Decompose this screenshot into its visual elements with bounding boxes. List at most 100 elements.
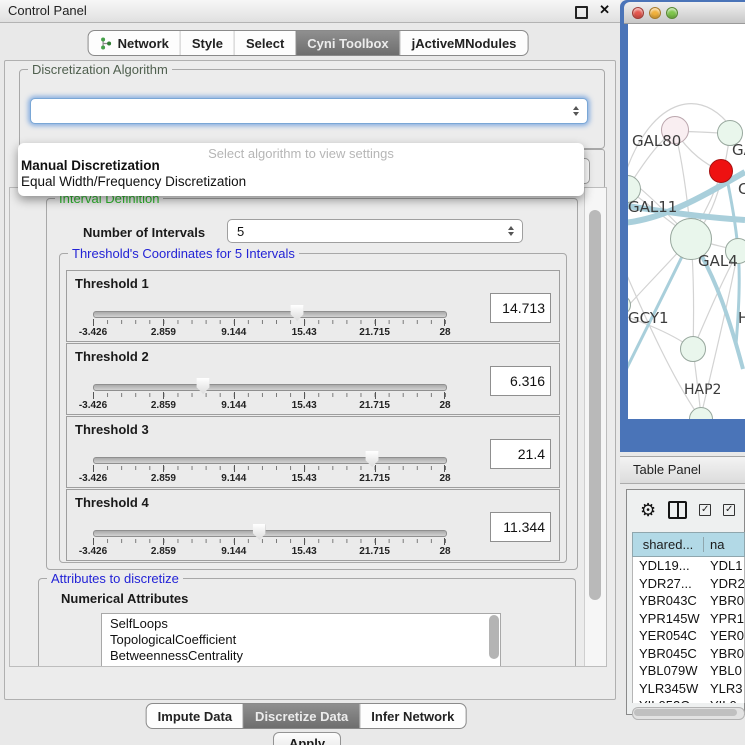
axis-tick-label: -3.426 [79,546,107,557]
group-title: Attributes to discretize [47,571,183,586]
number-of-intervals-value: 5 [237,224,244,239]
table-cell: YDL1 [703,558,744,573]
vertical-scrollbar-track[interactable] [584,188,606,666]
top-tab-bar: Network Style [88,30,529,56]
table-cell: YIL052C [633,698,703,703]
traffic-light-button[interactable] [632,7,644,19]
threshold-value-field[interactable]: 11.344 [490,512,551,542]
node-label: GAL80 [632,132,681,150]
slider-axis-labels: -3.4262.8599.14415.4321.71528 [93,473,445,485]
tab[interactable]: Select [234,31,295,55]
attribute-list-item[interactable]: SelfLoops [110,616,500,632]
checkbox-icon[interactable]: ✓ [699,504,711,516]
bottom-tab-bar: Impute Data Discretize Data Infer Networ… [146,703,467,729]
table-toolbar: ⚙ ✓ ✓ [627,490,744,530]
table-cell: YBR0 [703,646,744,661]
algorithm-combobox[interactable] [30,98,588,124]
control-panel-title: Control Panel [8,3,87,18]
number-of-intervals-label: Number of Intervals [83,225,205,240]
network-icon [100,37,113,50]
horizontal-scrollbar-thumb[interactable] [634,709,737,716]
checkbox-icon[interactable]: ✓ [723,504,735,516]
table-cell: YBL0 [703,663,744,678]
threshold-slider[interactable] [93,384,447,391]
tab[interactable]: Discretize Data [243,704,359,728]
network-node[interactable] [709,159,733,183]
table-cell: YLR3 [703,681,744,696]
network-node[interactable] [680,336,706,362]
table-row[interactable]: YDL19... YDL1 [633,557,744,575]
table-row[interactable]: YBL079W YBL0 [633,662,744,680]
threshold-slider[interactable] [93,530,447,537]
threshold-slider[interactable] [93,457,447,464]
attributes-list: SelfLoopsTopologicalCoefficientBetweenne… [101,613,501,667]
axis-tick-label: 28 [439,473,450,484]
tab-label: Discretize Data [255,709,348,724]
table-cell: YBR0 [703,593,744,608]
table-row[interactable]: YDR27... YDR2 [633,575,744,593]
node-label: GAL11 [628,198,677,216]
table-row[interactable]: YPR145W YPR1 [633,610,744,628]
number-of-intervals-combobox[interactable]: 5 [227,219,523,243]
attribute-list-item[interactable]: TopologicalCoefficient [110,632,500,648]
split-view-icon[interactable] [668,501,687,519]
node-label: GCY1 [628,309,669,327]
table-cell: YPR145W [633,611,703,626]
tab[interactable]: jActiveMNodules [400,31,528,55]
column-header[interactable]: shared... [633,537,704,552]
axis-tick-label: -3.426 [79,400,107,411]
threshold-value-field[interactable]: 6.316 [490,366,551,396]
horizontal-scrollbar-track[interactable] [632,707,745,720]
network-canvas[interactable]: GAL80GACGAL11GAL4GCY1HHAP2 [628,24,745,419]
table-row[interactable]: YER054C YER0 [633,627,744,645]
axis-tick-label: 15.43 [292,327,317,338]
tab-label: Impute Data [158,709,232,724]
spinner-arrows-icon [508,220,514,242]
table-panel: ⚙ ✓ ✓ shared... na YDL19... YDL1 YDR27..… [626,489,745,715]
threshold-panel: Threshold 3 -3.4262.859 [66,416,560,488]
dropdown-option[interactable]: Manual Discretization [21,158,160,173]
settings-scroll-viewport: Interval Definition Number of Intervals … [9,187,607,667]
axis-tick-label: 15.43 [292,400,317,411]
tab[interactable]: Network [89,31,180,55]
column-header[interactable]: na [704,537,744,552]
axis-tick-label: -3.426 [79,473,107,484]
table-cell: YBR043C [633,593,703,608]
node-label: C [738,180,745,198]
list-scrollbar-thumb[interactable] [489,615,499,659]
tab[interactable]: Infer Network [359,704,465,728]
table-cell: YDR2 [703,576,744,591]
float-window-icon[interactable] [575,6,588,19]
table-cell: YER0 [703,628,744,643]
attribute-list-item[interactable]: BetweennessCentrality [110,648,500,664]
tab[interactable]: Cyni Toolbox [295,31,399,55]
axis-tick-label: 2.859 [151,327,176,338]
table-row[interactable]: YBR045C YBR0 [633,645,744,663]
table-cell: YBL079W [633,663,703,678]
apply-button[interactable]: Apply [273,732,341,745]
dropdown-option[interactable]: Equal Width/Frequency Discretization [21,174,246,189]
threshold-slider[interactable] [93,311,447,318]
table-cell: YBR045C [633,646,703,661]
gear-icon[interactable]: ⚙ [640,501,656,519]
table-row[interactable]: YBR043C YBR0 [633,592,744,610]
table-row[interactable]: YIL052C YIL0 [633,697,744,703]
axis-tick-label: 2.859 [151,400,176,411]
tab-label: Select [246,36,284,51]
threshold-value-field[interactable]: 14.713 [490,293,551,323]
axis-tick-label: 21.715 [359,473,390,484]
close-icon[interactable]: ✕ [599,2,610,18]
table-row[interactable]: YLR345W YLR3 [633,680,744,698]
threshold-value-field[interactable]: 21.4 [490,439,551,469]
node-label: GA [732,141,745,159]
network-window-titlebar[interactable] [624,2,745,24]
traffic-light-button[interactable] [666,7,678,19]
tab[interactable]: Impute Data [147,704,243,728]
slider-axis-labels: -3.4262.8599.14415.4321.71528 [93,546,445,558]
tab[interactable]: Style [180,31,234,55]
axis-tick-label: 28 [439,327,450,338]
traffic-light-button[interactable] [649,7,661,19]
vertical-scrollbar-thumb[interactable] [589,210,601,600]
attributes-group: Attributes to discretize Numerical Attri… [38,578,576,667]
network-view-window: GAL80GACGAL11GAL4GCY1HHAP2 [620,0,745,452]
